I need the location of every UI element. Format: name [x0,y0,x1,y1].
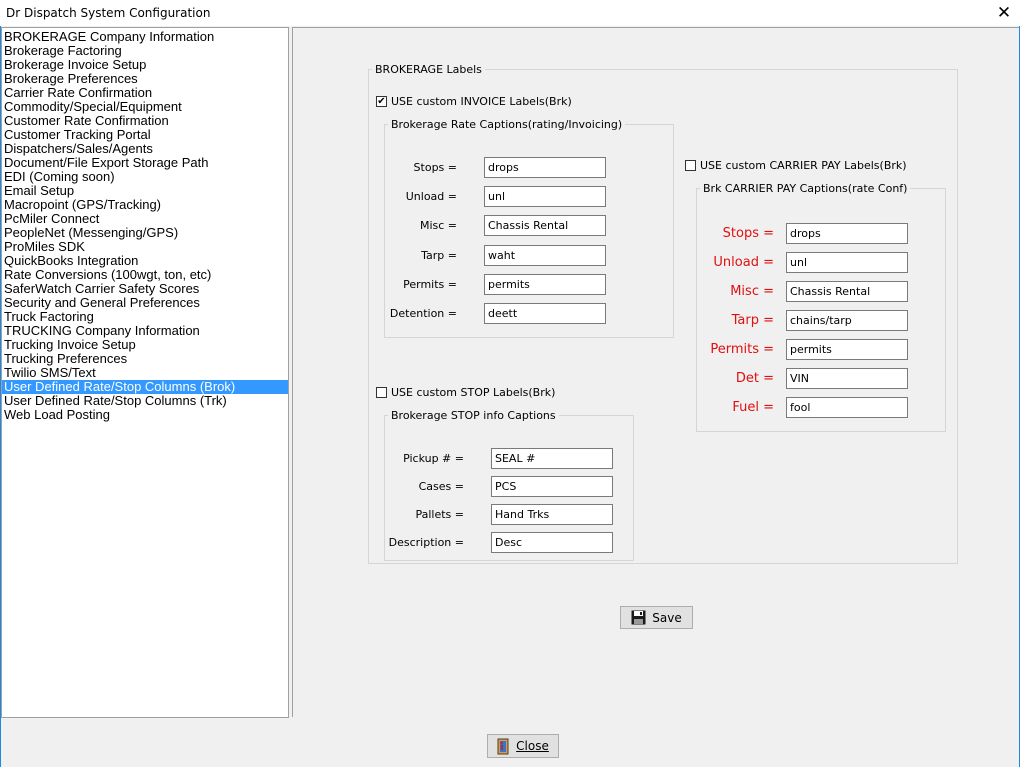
caption-input[interactable] [786,252,908,273]
config-list-item[interactable]: Brokerage Preferences [2,72,288,86]
field-label: Unload = [713,255,774,270]
field-label: Permits = [403,277,457,291]
close-button[interactable]: Close [487,734,559,758]
config-list-item[interactable]: Commodity/Special/Equipment [2,100,288,114]
config-list-item[interactable]: Macropoint (GPS/Tracking) [2,198,288,212]
carrier-pay-captions-title: Brk CARRIER PAY Captions(rate Conf) [700,182,911,195]
field-label: Permits = [710,342,774,357]
save-button-label: Save [652,610,682,625]
caption-input[interactable] [786,368,908,389]
window-title: Dr Dispatch System Configuration [6,6,211,20]
config-list-item[interactable]: Rate Conversions (100wgt, ton, etc) [2,268,288,282]
config-list-item[interactable]: Email Setup [2,184,288,198]
field-label: Det = [735,371,774,386]
caption-input[interactable] [786,281,908,302]
config-list-item[interactable]: Dispatchers/Sales/Agents [2,142,288,156]
config-list-item[interactable]: User Defined Rate/Stop Columns (Brok) [2,380,288,394]
config-section-list[interactable]: BROKERAGE Company Information Brokerage F… [1,27,289,718]
field-label: Stops = [413,161,457,174]
caption-input[interactable] [484,186,606,208]
caption-input[interactable] [786,339,908,360]
config-list-item[interactable]: BROKERAGE Company Information [2,30,288,44]
save-button[interactable]: Save [620,606,693,629]
config-list-item[interactable]: ProMiles SDK [2,240,288,254]
field-label: Misc = [419,219,457,233]
config-list-item[interactable]: PeopleNet (Messenging/GPS) [2,226,288,240]
config-list-item[interactable]: Customer Rate Confirmation [2,114,288,128]
carrier-pay-labels-checkbox[interactable] [685,160,696,171]
floppy-disk-icon [631,610,646,625]
stop-captions-title: Brokerage STOP info Captions [388,409,559,422]
caption-input[interactable] [484,273,606,295]
config-list-item[interactable]: Trucking Invoice Setup [2,338,288,352]
config-list-item[interactable]: Trucking Preferences [2,352,288,366]
stop-labels-checkbox-label: USE custom STOP Labels(Brk) [391,386,556,399]
field-label: Pickup # = [403,452,464,465]
config-list-item[interactable]: Carrier Rate Confirmation [2,86,288,100]
rate-captions-title: Brokerage Rate Captions(rating/Invoicing… [388,118,626,131]
field-label: Tarp = [421,248,457,262]
caption-input[interactable] [491,532,613,553]
config-list-item[interactable]: Brokerage Factoring [2,44,288,58]
config-list-item[interactable]: Web Load Posting [2,408,288,422]
stop-labels-checkbox[interactable] [376,387,387,398]
config-list-item[interactable]: Truck Factoring [2,310,288,324]
config-list-item[interactable]: QuickBooks Integration [2,254,288,268]
field-label: Tarp = [731,313,774,328]
invoice-labels-checkbox[interactable]: ✔ [376,96,387,107]
field-label: Cases = [418,480,464,493]
caption-input[interactable] [786,310,908,331]
config-list-item[interactable]: Document/File Export Storage Path [2,156,288,170]
caption-input[interactable] [786,223,908,244]
caption-input[interactable] [786,397,908,418]
config-list-item[interactable]: Security and General Preferences [2,296,288,310]
caption-input[interactable] [484,157,606,178]
caption-input[interactable] [484,244,606,266]
config-list-item[interactable]: TRUCKING Company Information [2,324,288,338]
caption-input[interactable] [491,504,613,525]
config-list-item[interactable]: User Defined Rate/Stop Columns (Trk) [2,394,288,408]
close-window-icon[interactable]: ✕ [994,3,1014,23]
carrier-pay-labels-checkbox-label: USE custom CARRIER PAY Labels(Brk) [700,159,907,172]
invoice-labels-checkbox-label: USE custom INVOICE Labels(Brk) [391,95,572,108]
config-list-item[interactable]: Brokerage Invoice Setup [2,58,288,72]
caption-input[interactable] [484,215,606,237]
config-list-item[interactable]: SaferWatch Carrier Safety Scores [2,282,288,296]
config-list: BROKERAGE Company Information Brokerage F… [2,30,288,422]
caption-input[interactable] [491,476,613,497]
config-list-item[interactable]: EDI (Coming soon) [2,170,288,184]
field-label: Description = [388,536,464,549]
close-button-label: Close [516,739,549,753]
door-exit-icon [497,738,509,754]
title-bar: Dr Dispatch System Configuration ✕ [0,0,1020,26]
field-label: Unload = [405,190,457,204]
field-label: Misc = [730,284,774,299]
caption-input[interactable] [491,448,613,469]
config-list-item[interactable]: PcMiler Connect [2,212,288,226]
field-label: Detention = [389,307,457,320]
field-label: Pallets = [415,508,464,521]
config-list-item[interactable]: Twilio SMS/Text [2,366,288,380]
config-list-item[interactable]: Customer Tracking Portal [2,128,288,142]
field-label: Fuel = [732,400,774,415]
brokerage-labels-title: BROKERAGE Labels [372,63,485,76]
field-label: Stops = [722,226,774,241]
caption-input[interactable] [484,303,606,324]
